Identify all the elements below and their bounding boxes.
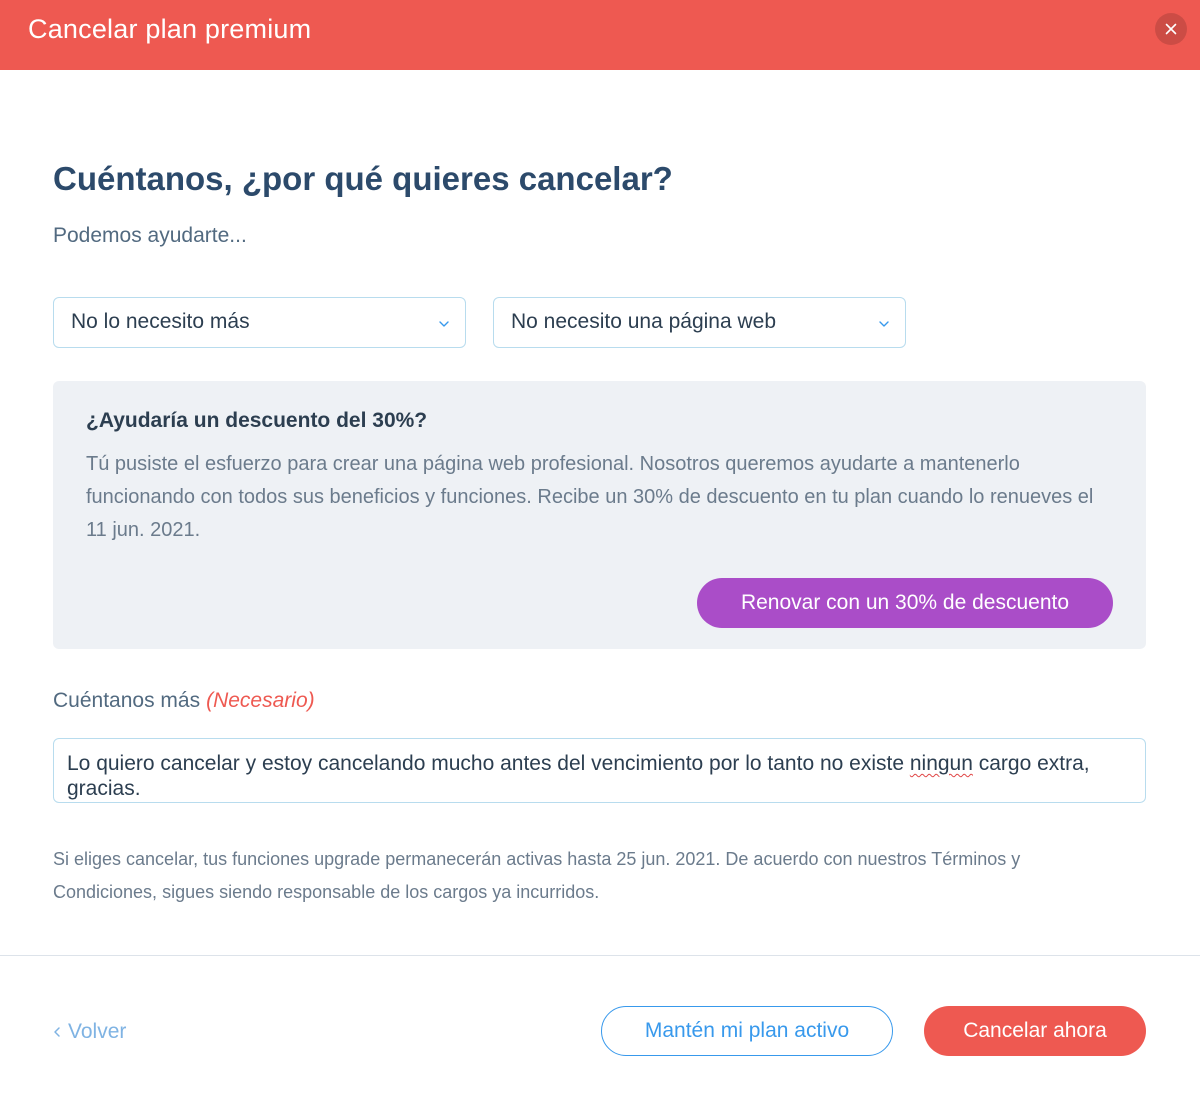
tell-us-more-label: Cuéntanos más (Necesario) [53,689,315,713]
required-indicator: (Necesario) [206,689,315,712]
misspelled-word: ningun [909,752,973,775]
chevron-left-icon [54,1027,60,1037]
modal-title: Cancelar plan premium [28,14,312,44]
offer-description: Tú pusiste el esfuerzo para crear una pá… [86,453,1094,541]
textarea-text-part: Lo quiero cancelar y estoy cancelando mu… [67,752,910,775]
cancellation-disclaimer: Si eliges cancelar, tus funciones upgrad… [53,849,1021,902]
reason-select-value: No lo necesito más [71,310,250,333]
tell-us-more-textarea[interactable]: Lo quiero cancelar y estoy cancelando mu… [53,738,1146,803]
back-link[interactable]: Volver [52,1020,126,1044]
modal-header: Cancelar plan premium [0,0,1200,70]
detail-select[interactable]: No necesito una página web [493,297,906,348]
page-subheading: Podemos ayudarte... [53,224,247,247]
offer-title: ¿Ayudaría un descuento del 30%? [86,409,428,432]
back-label: Volver [68,1020,127,1043]
page-heading: Cuéntanos, ¿por qué quieres cancelar? [53,160,673,197]
tell-us-more-text: Cuéntanos más [53,689,201,712]
footer-divider [0,955,1200,956]
close-icon [1165,23,1177,35]
detail-select-value: No necesito una página web [511,310,777,333]
discount-offer-panel: ¿Ayudaría un descuento del 30%? Tú pusis… [53,381,1146,649]
chevron-down-icon [439,321,449,327]
close-button[interactable] [1155,13,1187,45]
renew-discount-button[interactable]: Renovar con un 30% de descuento [697,578,1113,628]
keep-plan-button[interactable]: Mantén mi plan activo [601,1006,893,1056]
chevron-down-icon [879,321,889,327]
cancel-plan-modal: Cancelar plan premium Cuéntanos, ¿por qu… [0,0,1200,1104]
cancel-now-button[interactable]: Cancelar ahora [924,1006,1146,1056]
reason-select[interactable]: No lo necesito más [53,297,466,348]
